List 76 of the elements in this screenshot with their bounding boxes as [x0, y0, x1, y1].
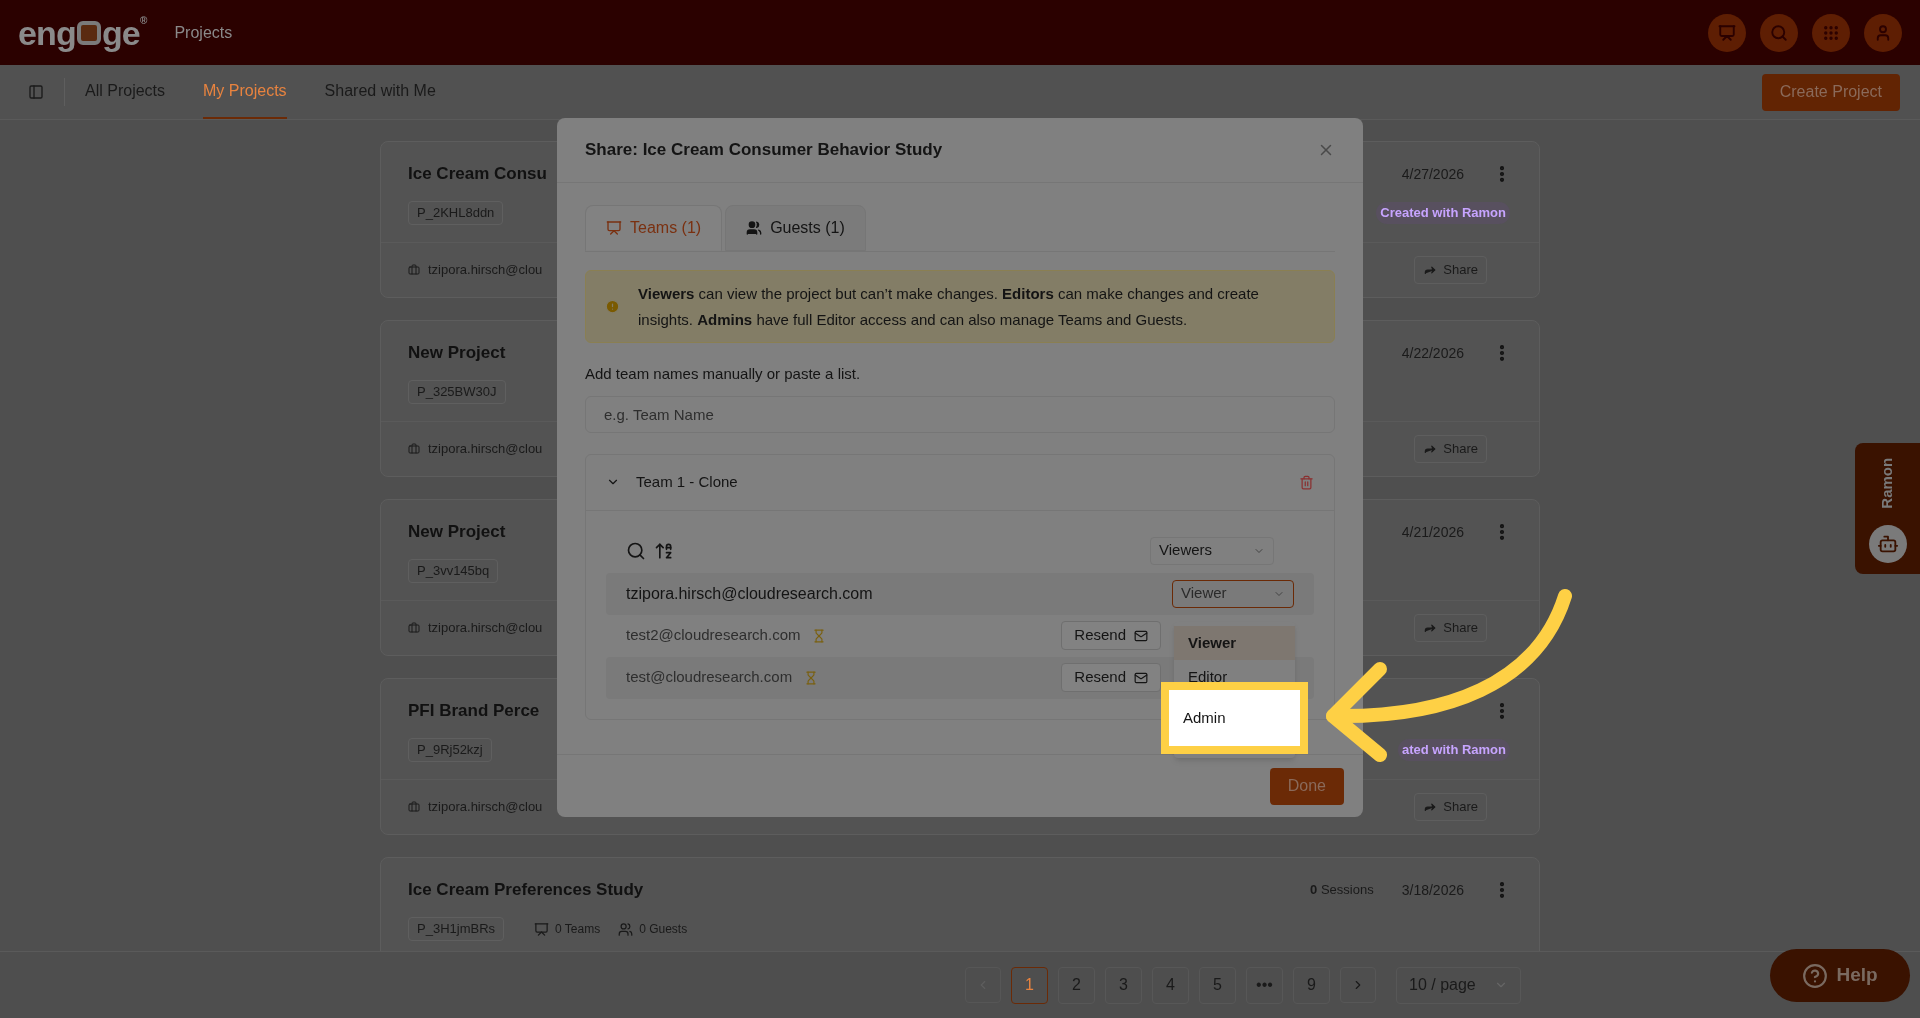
- project-title[interactable]: Ice Cream Consu: [408, 161, 547, 187]
- role-filter-select[interactable]: Viewers: [1150, 536, 1274, 565]
- briefcase-icon: [408, 443, 420, 455]
- project-title[interactable]: New Project: [408, 519, 506, 545]
- share-button[interactable]: Share: [1414, 793, 1487, 821]
- role-select[interactable]: Viewer: [1172, 579, 1294, 608]
- owner-email: tzipora.hirsch@clou: [428, 798, 543, 817]
- user-icon[interactable]: [1864, 13, 1902, 52]
- page-button[interactable]: •••: [1246, 966, 1283, 1004]
- project-title[interactable]: PFI Brand Perce: [408, 698, 540, 724]
- project-id: P_9Rj52kzj: [408, 738, 492, 762]
- sidebar-toggle-icon[interactable]: [28, 84, 44, 100]
- nav-tab[interactable]: My Projects: [203, 65, 287, 119]
- share-button[interactable]: Share: [1414, 435, 1487, 463]
- guests-icon: [746, 220, 763, 236]
- owner-email: tzipora.hirsch@clou: [428, 440, 543, 459]
- project-title[interactable]: Ice Cream Preferences Study: [408, 877, 644, 903]
- briefcase-icon: [408, 801, 420, 813]
- done-button[interactable]: Done: [1269, 767, 1344, 805]
- role-option[interactable]: Editor: [1174, 660, 1295, 682]
- guests-icon: [618, 921, 634, 937]
- mail-icon: [1134, 670, 1148, 685]
- share-icon: [1423, 800, 1438, 814]
- help-icon: [1802, 962, 1829, 989]
- teams-icon: [606, 220, 622, 236]
- project-date: 4/22/2026: [1401, 343, 1464, 363]
- next-page-button[interactable]: [1340, 967, 1376, 1003]
- app-title: Projects: [174, 22, 233, 43]
- share-icon: [1423, 621, 1438, 635]
- search-icon[interactable]: [626, 540, 646, 561]
- project-id: P_325BW30J: [408, 380, 506, 404]
- create-project-button[interactable]: Create Project: [1761, 73, 1900, 111]
- role-option[interactable]: Admin: [1183, 706, 1226, 730]
- project-date: 4/21/2026: [1401, 522, 1464, 542]
- member-email: test@cloudresearch.com: [626, 667, 793, 688]
- teams-icon[interactable]: [1708, 13, 1746, 52]
- project-id: P_3H1jmBRs: [408, 917, 505, 941]
- logo[interactable]: eng ge®: [18, 15, 147, 50]
- team-name-input[interactable]: e.g. Team Name: [585, 395, 1335, 433]
- delete-icon[interactable]: [1299, 474, 1314, 490]
- share-button[interactable]: Share: [1414, 256, 1487, 284]
- owner-email: tzipora.hirsch@clou: [428, 261, 543, 280]
- project-id: P_2KHL8ddn: [408, 201, 504, 225]
- owner-email: tzipora.hirsch@clou: [428, 619, 543, 638]
- member-email: test2@cloudresearch.com: [626, 625, 801, 646]
- mail-icon: [1134, 628, 1148, 643]
- warning-icon: [605, 299, 620, 314]
- share-icon: [1423, 263, 1438, 277]
- input-label: Add team names manually or paste a list.: [585, 364, 862, 384]
- ramon-side-tab[interactable]: Ramon: [1855, 443, 1920, 574]
- dialog-title: Share: Ice Cream Consumer Behavior Study: [585, 139, 943, 162]
- share-button[interactable]: Share: [1414, 614, 1487, 642]
- apps-icon[interactable]: [1812, 13, 1850, 52]
- briefcase-icon: [408, 264, 420, 276]
- resend-button[interactable]: Resend: [1061, 663, 1161, 692]
- team-name: Team 1 - Clone: [636, 471, 738, 492]
- project-id: P_3vv145bq: [408, 559, 499, 583]
- ramon-tag: ated with Ramon: [1398, 739, 1510, 761]
- page-button[interactable]: 1: [1011, 966, 1048, 1004]
- nav-tab[interactable]: All Projects: [85, 65, 166, 119]
- project-title[interactable]: New Project: [408, 340, 506, 366]
- role-option[interactable]: Viewer: [1174, 626, 1295, 660]
- ramon-tag: Created with Ramon: [1376, 202, 1510, 224]
- info-text: Viewers can view the project but can’t make changes. Editors can make changes and create insights. Admins have full Editor access and can also manage Teams and Guests.: [638, 283, 1260, 330]
- member-email: tzipora.hirsch@cloudresearch.com: [626, 583, 873, 604]
- sessions-count: 0 Sessions: [1310, 881, 1374, 900]
- project-date: 3/18/2026: [1401, 880, 1464, 900]
- dialog-tab[interactable]: Teams (1): [585, 205, 723, 251]
- share-icon: [1423, 442, 1438, 456]
- help-button[interactable]: Help: [1770, 949, 1910, 1002]
- briefcase-icon: [408, 622, 420, 634]
- robot-icon: [1868, 524, 1907, 563]
- dialog-tab[interactable]: Guests (1): [725, 205, 866, 251]
- teams-icon: [534, 921, 550, 937]
- project-date: 4/27/2026: [1401, 164, 1464, 184]
- resend-button[interactable]: Resend: [1061, 621, 1161, 650]
